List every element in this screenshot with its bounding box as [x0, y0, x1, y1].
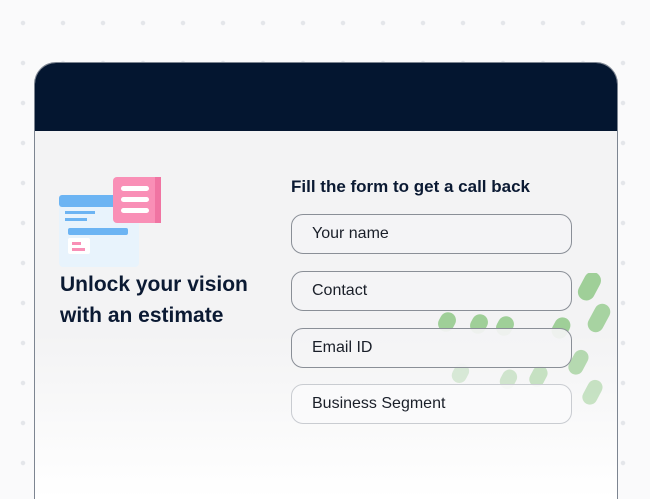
name-field[interactable] [291, 214, 572, 254]
card-header [35, 63, 617, 131]
email-field[interactable] [291, 328, 572, 368]
hero-headline: Unlock your vision with an estimate [60, 269, 280, 331]
web-estimate-illustration-icon [59, 177, 161, 267]
estimate-card: Unlock your vision with an estimate Fill… [34, 62, 618, 499]
form-title: Fill the form to get a call back [291, 177, 530, 196]
headline-line-1: Unlock your vision [60, 273, 248, 296]
business-segment-field[interactable] [291, 384, 572, 424]
contact-field[interactable] [291, 271, 572, 311]
headline-line-2: with an estimate [60, 304, 224, 327]
